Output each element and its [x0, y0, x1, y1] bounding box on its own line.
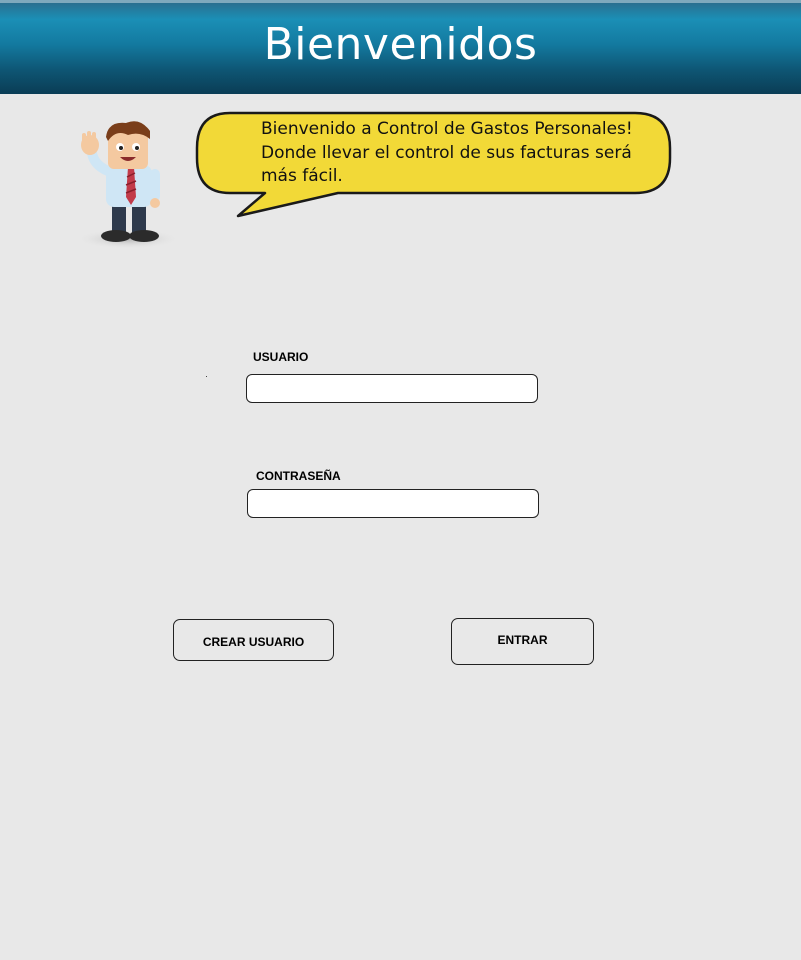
- username-input[interactable]: [246, 374, 538, 403]
- stray-dot: [206, 376, 207, 377]
- password-label: CONTRASEÑA: [256, 469, 341, 483]
- create-user-button[interactable]: CREAR USUARIO: [173, 619, 334, 661]
- enter-button[interactable]: ENTRAR: [451, 618, 594, 665]
- page-title: Bienvenidos: [263, 19, 538, 70]
- welcome-message: Bienvenido a Control de Gastos Personale…: [261, 119, 633, 186]
- waving-businessman-icon: [76, 121, 180, 249]
- header-bar: Bienvenidos: [0, 0, 801, 94]
- password-input[interactable]: [247, 489, 539, 518]
- username-label: USUARIO: [253, 350, 309, 364]
